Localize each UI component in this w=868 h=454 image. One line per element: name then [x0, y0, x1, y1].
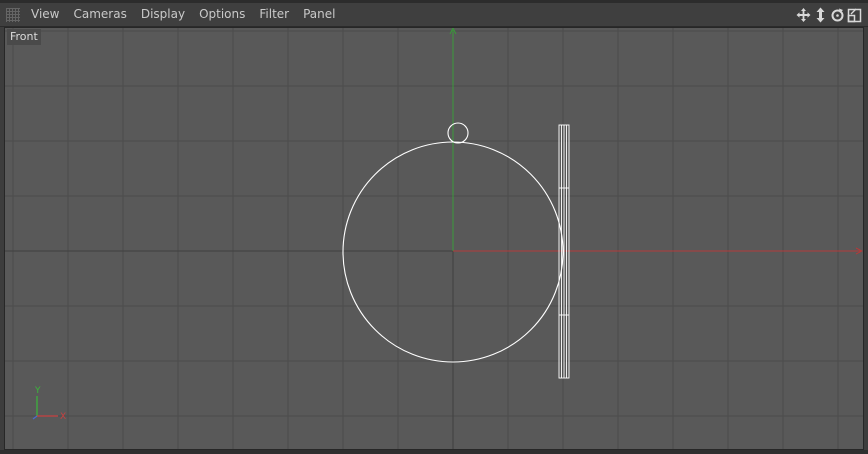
- viewport-camera-label: Front: [7, 29, 41, 45]
- menu-panel[interactable]: Panel: [296, 3, 342, 26]
- menu-view[interactable]: View: [24, 3, 66, 26]
- menu-filter[interactable]: Filter: [252, 3, 296, 26]
- small-ring-wire-outline: [447, 122, 469, 144]
- menu-cameras[interactable]: Cameras: [66, 3, 133, 26]
- axis-indicator: [32, 396, 58, 420]
- move-view-icon[interactable]: [796, 7, 811, 23]
- viewport-panel: View Cameras Display Options Filter Pane…: [0, 0, 868, 454]
- view-navigation-icons: [796, 3, 862, 26]
- menu-options[interactable]: Options: [192, 3, 252, 26]
- viewport-scene: Y X: [5, 28, 863, 449]
- bottom-divider: [0, 450, 868, 454]
- panel-grip-icon[interactable]: [6, 7, 20, 22]
- rotate-view-icon[interactable]: [830, 7, 845, 23]
- viewport-grid: [5, 28, 863, 449]
- axis-indicator-y-label: Y: [34, 386, 41, 396]
- viewport-menubar: View Cameras Display Options Filter Pane…: [0, 3, 868, 27]
- toggle-layout-icon[interactable]: [847, 7, 862, 23]
- menu-display[interactable]: Display: [134, 3, 192, 26]
- world-x-axis: [453, 247, 863, 255]
- front-viewport[interactable]: Y X Front: [4, 27, 864, 450]
- dolly-view-icon[interactable]: [813, 7, 828, 23]
- axis-indicator-x-label: X: [60, 412, 66, 422]
